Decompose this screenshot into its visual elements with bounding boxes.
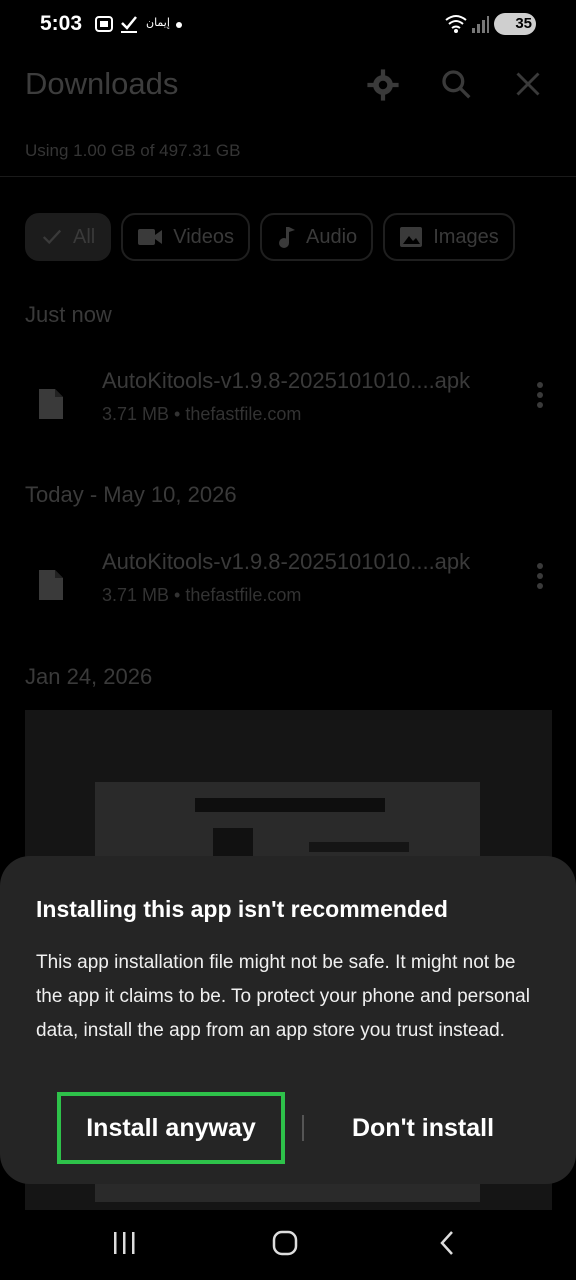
file-meta: 3.71 MB • thefastfile.com — [102, 585, 302, 605]
dialog-body: This app installation file might not be … — [36, 952, 530, 1041]
dont-install-button[interactable]: Don't install — [320, 1092, 526, 1164]
page-title: Downloads — [25, 66, 179, 101]
more-options-icon[interactable] — [536, 382, 544, 408]
chip-audio[interactable]: Audio — [260, 213, 374, 261]
battery-level: 35 — [515, 15, 532, 32]
preview-line — [309, 842, 409, 852]
signal-icon — [472, 16, 489, 33]
recent-apps-icon[interactable] — [112, 1230, 136, 1256]
more-options-icon[interactable] — [536, 563, 544, 589]
dialog-title: Installing this app isn't recommended — [36, 896, 448, 922]
image-icon — [400, 227, 423, 247]
chip-label: Audio — [306, 225, 358, 248]
file-name: AutoKitools-v1.9.8-2025101010....apk — [102, 368, 471, 393]
section-heading: Just now — [25, 302, 112, 327]
back-icon[interactable] — [438, 1230, 456, 1256]
storage-usage: Using 1.00 GB of 497.31 GB — [25, 141, 241, 160]
close-icon[interactable] — [514, 70, 542, 98]
screenshot-icon — [95, 16, 113, 32]
status-bar: 5:03 إيمان 35 — [0, 0, 576, 50]
task-done-icon — [121, 16, 137, 33]
chip-label: Videos — [173, 225, 235, 248]
divider — [0, 176, 576, 177]
chip-images[interactable]: Images — [383, 213, 515, 261]
chip-label: All — [73, 225, 96, 248]
chip-videos[interactable]: Videos — [121, 213, 251, 261]
settings-icon[interactable] — [366, 68, 400, 102]
status-time: 5:03 — [40, 12, 83, 35]
chip-all[interactable]: All — [25, 213, 112, 261]
button-divider — [302, 1115, 304, 1141]
install-warning-dialog: Installing this app isn't recommended Th… — [0, 856, 576, 1184]
preview-line — [195, 798, 385, 812]
filter-chips: All Videos Audio Images — [25, 213, 515, 261]
list-item[interactable]: AutoKitools-v1.9.8-2025101010....apk 3.7… — [0, 368, 576, 438]
chip-label: Images — [433, 225, 499, 248]
section-heading: Jan 24, 2026 — [25, 664, 153, 689]
file-icon — [39, 570, 63, 600]
wifi-icon — [445, 15, 467, 33]
music-note-icon — [279, 227, 296, 248]
list-item[interactable]: AutoKitools-v1.9.8-2025101010....apk 3.7… — [0, 549, 576, 619]
file-icon — [39, 389, 63, 419]
home-icon[interactable] — [272, 1230, 298, 1256]
notification-text: إيمان — [146, 17, 170, 29]
check-icon — [42, 229, 62, 245]
navigation-bar — [0, 1210, 576, 1280]
search-icon[interactable] — [440, 68, 472, 100]
file-meta: 3.71 MB • thefastfile.com — [102, 404, 302, 424]
video-icon — [138, 229, 163, 245]
file-name: AutoKitools-v1.9.8-2025101010....apk — [102, 549, 471, 574]
install-anyway-button[interactable]: Install anyway — [57, 1092, 285, 1164]
section-heading: Today - May 10, 2026 — [25, 482, 237, 507]
battery-indicator: 35 — [494, 13, 536, 35]
notification-dot — [176, 22, 182, 28]
